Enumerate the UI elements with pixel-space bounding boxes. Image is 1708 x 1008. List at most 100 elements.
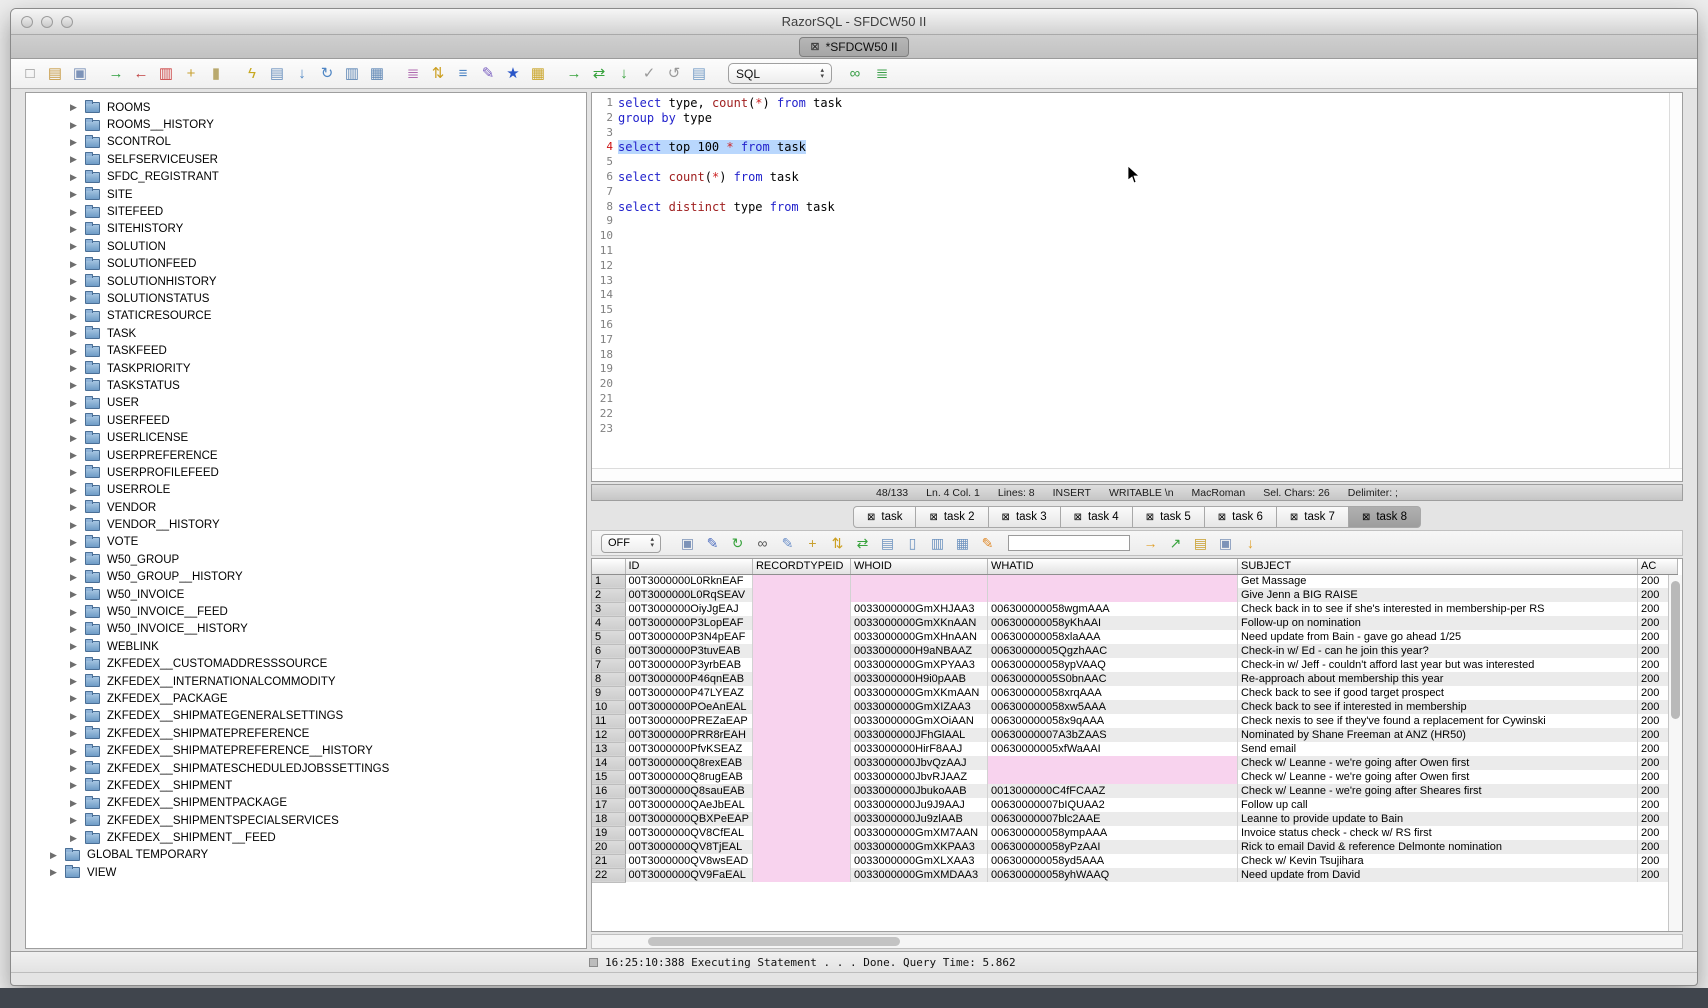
table-row[interactable]: 200T3000000L0RqSEAVGive Jenn a BIG RAISE… (592, 588, 1677, 602)
caret-icon[interactable]: ▶ (70, 328, 81, 339)
cell-id[interactable]: 00T3000000QBXPeEAP (625, 812, 752, 826)
zoom-window-icon[interactable] (61, 16, 73, 28)
caret-icon[interactable]: ▶ (70, 363, 81, 374)
cell-whatid[interactable]: 006300000058wgmAAA (987, 602, 1237, 616)
cell-whoid[interactable] (850, 588, 987, 602)
cell-id[interactable]: 00T3000000OiyJgEAJ (625, 602, 752, 616)
caret-icon[interactable]: ▶ (70, 207, 81, 218)
tree-item[interactable]: ▶W50_INVOICE (26, 586, 586, 603)
cell-whoid[interactable]: 0033000000H9i0pAAB (850, 672, 987, 686)
cell-recordtypeid[interactable] (752, 770, 850, 784)
caret-icon[interactable]: ▶ (70, 172, 81, 183)
cell-id[interactable]: 00T3000000QV8TjEAL (625, 840, 752, 854)
cell-whatid[interactable]: 006300000058xrqAAA (987, 686, 1237, 700)
cell-id[interactable]: 00T3000000QV8CfEAL (625, 826, 752, 840)
result-tab-task-6[interactable]: ⊠task 6 (1205, 506, 1277, 528)
cell-whatid[interactable] (987, 574, 1237, 588)
caret-icon[interactable]: ▶ (70, 120, 81, 131)
disconnect-icon[interactable]: ← (132, 65, 150, 83)
tree-item[interactable]: ▶SITE (26, 186, 586, 203)
fetch-icon[interactable]: ↓ (615, 65, 633, 83)
cell-whoid[interactable]: 0033000000GmXLXAA3 (850, 854, 987, 868)
cell-whoid[interactable]: 0033000000Ju9zlAAB (850, 812, 987, 826)
caret-icon[interactable]: ▶ (70, 224, 81, 235)
save-grid-icon[interactable]: ▣ (1217, 535, 1234, 552)
cell-whatid[interactable]: 006300000058yKhAAI (987, 616, 1237, 630)
caret-icon[interactable]: ▶ (70, 311, 81, 322)
tree-item[interactable]: ▶W50_INVOICE__FEED (26, 603, 586, 620)
cell-whatid[interactable]: 006300000058ympAAA (987, 826, 1237, 840)
cell-id[interactable]: 00T3000000Q8sauEAB (625, 784, 752, 798)
cell-whoid[interactable]: 0033000000GmXKnAAN (850, 616, 987, 630)
sort-lines-icon[interactable]: ⇅ (429, 65, 447, 83)
cell-id[interactable]: 00T3000000P3tuvEAB (625, 644, 752, 658)
cell-id[interactable]: 00T3000000Q8rugEAB (625, 770, 752, 784)
cell-whatid[interactable]: 00630000005xfWaAAI (987, 742, 1237, 756)
cell-whoid[interactable]: 0033000000GmXM7AAN (850, 826, 987, 840)
tree-item[interactable]: ▶ROOMS__HISTORY (26, 116, 586, 133)
tree-item[interactable]: ▶VENDOR__HISTORY (26, 516, 586, 533)
tree-item[interactable]: ▶W50_GROUP (26, 551, 586, 568)
table-row[interactable]: 1000T3000000POeAnEAL0033000000GmXIZAA300… (592, 700, 1677, 714)
database-icon[interactable]: ▮ (207, 65, 225, 83)
messages-icon[interactable]: ▤ (690, 65, 708, 83)
tree-item[interactable]: ▶W50_GROUP__HISTORY (26, 569, 586, 586)
add-connection-icon[interactable]: + (182, 65, 200, 83)
limit-select[interactable]: OFF ▴▾ (601, 534, 661, 553)
cell-whatid[interactable] (987, 588, 1237, 602)
caret-icon[interactable]: ▶ (70, 189, 81, 200)
tree-item[interactable]: ▶ZKFEDEX__SHIPMATEPREFERENCE__HISTORY (26, 742, 586, 759)
tree-item[interactable]: ▶ZKFEDEX__CUSTOMADDRESSSOURCE (26, 656, 586, 673)
tab-close-icon[interactable]: ⊠ (810, 40, 819, 53)
save-results-icon[interactable]: ▣ (679, 535, 696, 552)
cell-whoid[interactable]: 0033000000Ju9J9AAJ (850, 798, 987, 812)
tree-item[interactable]: ▶TASK (26, 325, 586, 342)
cell-subject[interactable]: Give Jenn a BIG RAISE (1237, 588, 1637, 602)
editor-vertical-scrollbar[interactable] (1669, 93, 1682, 468)
column-header-whatid[interactable]: WHATID (987, 559, 1237, 574)
cell-subject[interactable]: Check-in w/ Ed - can he join this year? (1237, 644, 1637, 658)
tab-close-icon[interactable]: ⊠ (867, 512, 875, 523)
cell-recordtypeid[interactable] (752, 672, 850, 686)
cell-whoid[interactable]: 0033000000GmXMDAA3 (850, 868, 987, 882)
filter-icon[interactable]: ✎ (704, 535, 721, 552)
cell-id[interactable]: 00T3000000L0RqSEAV (625, 588, 752, 602)
cell-whoid[interactable]: 0033000000JbvQzAAJ (850, 756, 987, 770)
tree-item[interactable]: ▶SOLUTIONFEED (26, 256, 586, 273)
cell-whatid[interactable] (987, 756, 1237, 770)
compare-icon[interactable]: ▦ (529, 65, 547, 83)
edit-mode-icon[interactable]: ✎ (779, 535, 796, 552)
tree-item[interactable]: ▶VIEW (26, 864, 586, 881)
format-sql-icon[interactable]: ≣ (404, 65, 422, 83)
tree-item[interactable]: ▶GLOBAL TEMPORARY (26, 847, 586, 864)
cell-id[interactable]: 00T3000000L0RknEAF (625, 574, 752, 588)
tree-item[interactable]: ▶ROOMS (26, 99, 586, 116)
cell-id[interactable]: 00T3000000Q8rexEAB (625, 756, 752, 770)
cell-whatid[interactable]: 00630000007blc2AAE (987, 812, 1237, 826)
caret-icon[interactable]: ▶ (50, 867, 61, 878)
cell-recordtypeid[interactable] (752, 812, 850, 826)
table-row[interactable]: 100T3000000L0RknEAFGet Massage200 (592, 574, 1677, 588)
table-row[interactable]: 400T3000000P3LopEAF0033000000GmXKnAAN006… (592, 616, 1677, 630)
table-row[interactable]: 1300T3000000PfvKSEAZ0033000000HirF8AAJ00… (592, 742, 1677, 756)
favorites-icon[interactable]: ★ (504, 65, 522, 83)
tree-item[interactable]: ▶ZKFEDEX__SHIPMENT__FEED (26, 829, 586, 846)
cell-recordtypeid[interactable] (752, 602, 850, 616)
table-row[interactable]: 1600T3000000Q8sauEAB0033000000JbukoAAB00… (592, 784, 1677, 798)
cell-recordtypeid[interactable] (752, 616, 850, 630)
close-window-icon[interactable] (21, 16, 33, 28)
cell-recordtypeid[interactable] (752, 700, 850, 714)
tree-item[interactable]: ▶ZKFEDEX__SHIPMENT (26, 777, 586, 794)
cell-recordtypeid[interactable] (752, 826, 850, 840)
tree-item[interactable]: ▶STATICRESOURCE (26, 308, 586, 325)
column-header-whoid[interactable]: WHOID (850, 559, 987, 574)
tab-close-icon[interactable]: ⊠ (1002, 512, 1010, 523)
tree-item[interactable]: ▶TASKSTATUS (26, 377, 586, 394)
cell-id[interactable]: 00T3000000QV9FaEAL (625, 868, 752, 882)
download-icon[interactable]: ↓ (1242, 535, 1259, 552)
cell-recordtypeid[interactable] (752, 756, 850, 770)
cell-id[interactable]: 00T3000000P47LYEAZ (625, 686, 752, 700)
caret-icon[interactable]: ▶ (70, 346, 81, 357)
tree-item[interactable]: ▶SCONTROL (26, 134, 586, 151)
result-tab-task-8[interactable]: ⊠task 8 (1349, 506, 1421, 528)
